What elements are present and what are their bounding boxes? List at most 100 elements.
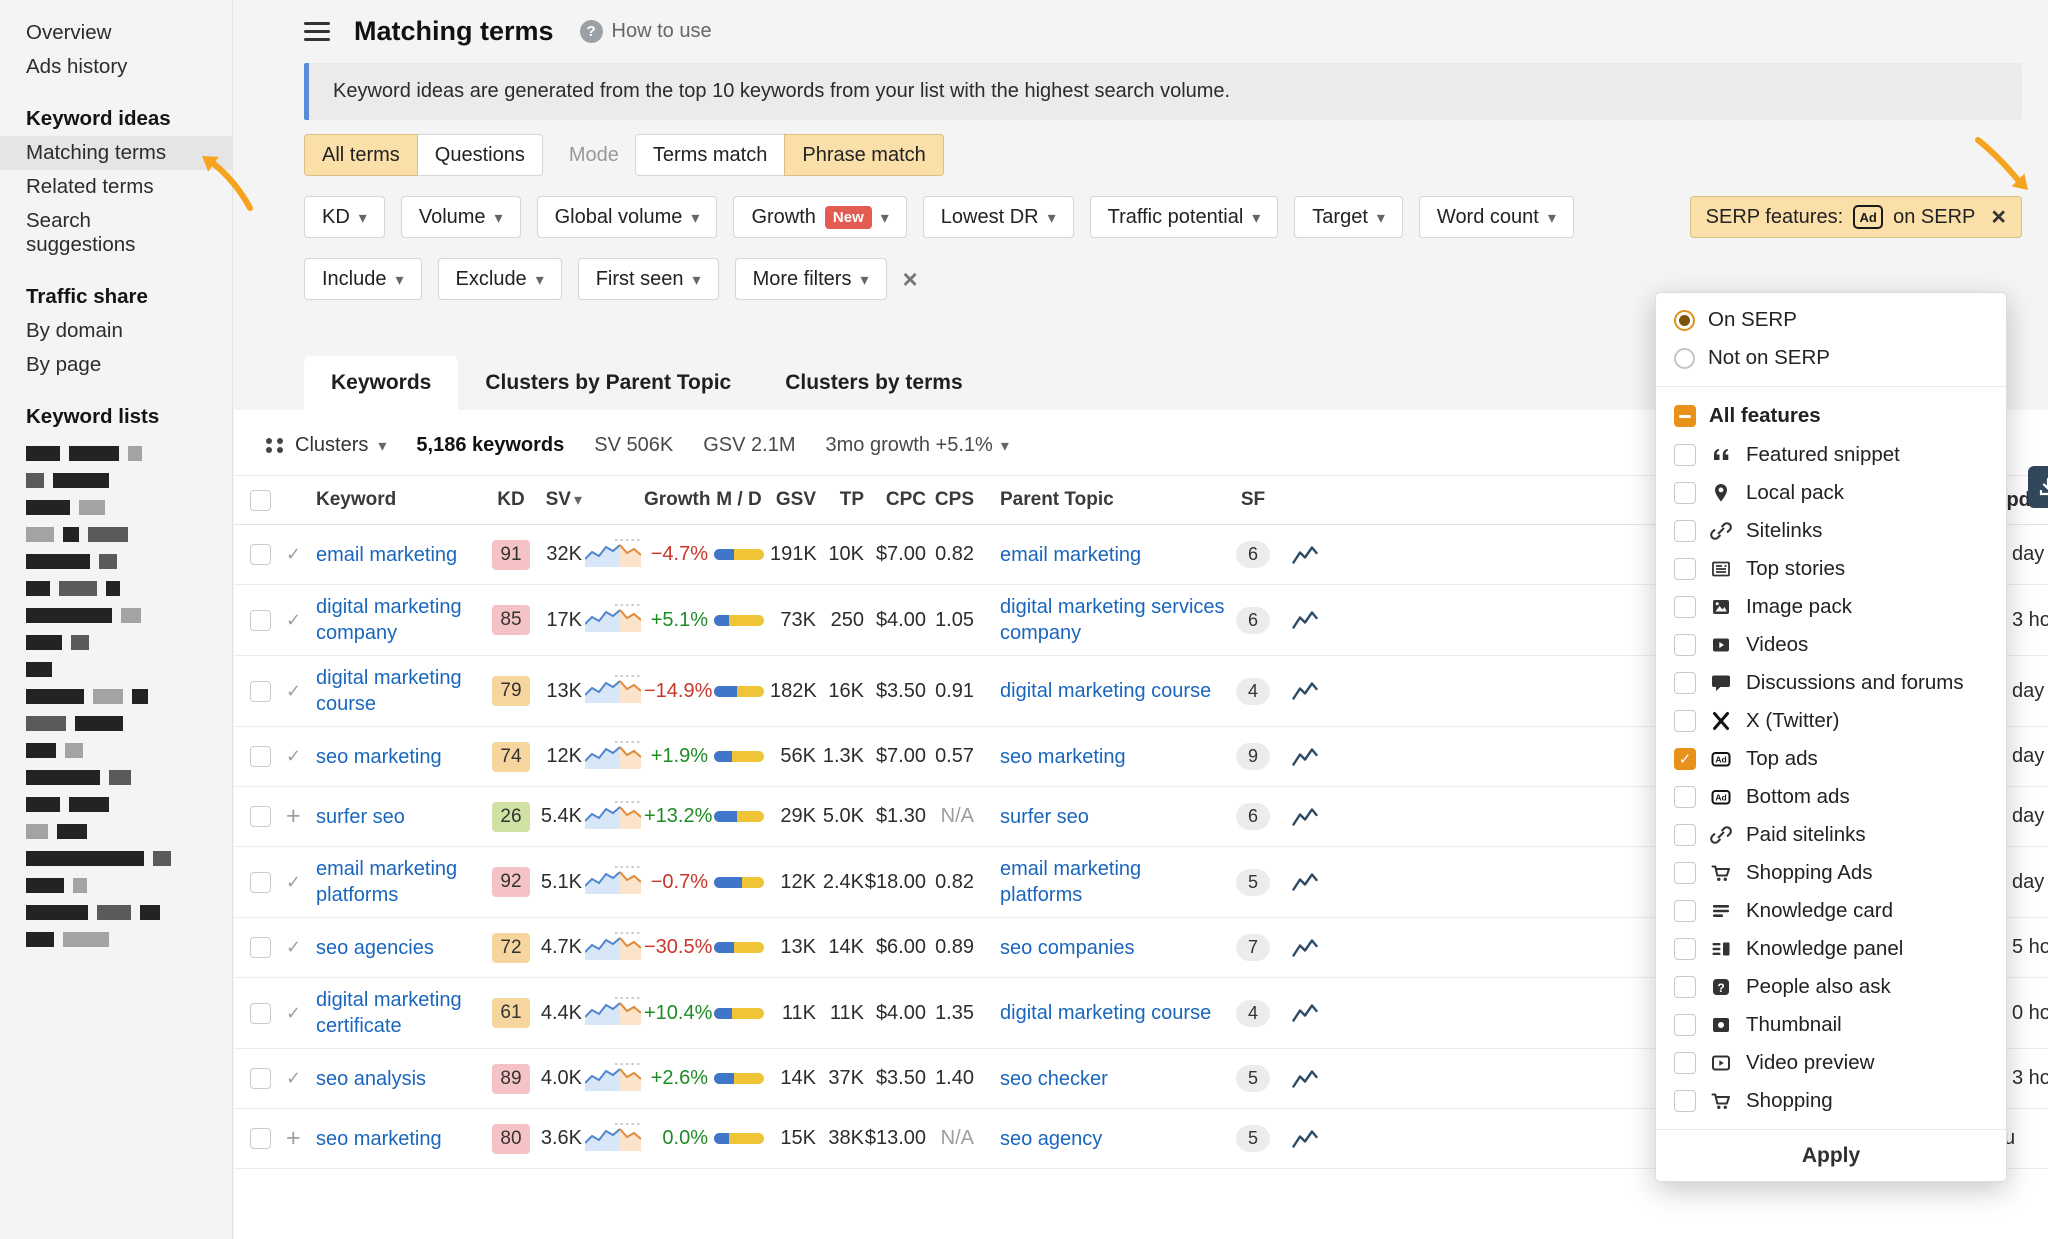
parent-topic-link[interactable]: digital marketing services company: [1000, 594, 1226, 646]
row-checkbox[interactable]: [250, 610, 271, 631]
chart-icon[interactable]: [1292, 806, 1318, 828]
how-to-use-link[interactable]: How to use: [580, 20, 712, 43]
filter-word-count[interactable]: Word count: [1419, 196, 1574, 238]
chart-icon[interactable]: [1292, 937, 1318, 959]
checkbox[interactable]: [1674, 1090, 1696, 1112]
add-icon[interactable]: [286, 807, 301, 829]
sidebar-item-overview[interactable]: Overview: [0, 16, 232, 50]
chart-icon[interactable]: [1292, 609, 1318, 631]
sidebar-item-matching-terms[interactable]: Matching terms: [0, 136, 232, 170]
serp-feature-bottom-ads[interactable]: AdBottom ads: [1656, 778, 2006, 816]
chart-icon[interactable]: [1292, 1128, 1318, 1150]
serp-feature-x-twitter[interactable]: X (Twitter): [1656, 702, 2006, 740]
keyword-link[interactable]: digital marketing certificate: [316, 987, 476, 1039]
keyword-link[interactable]: seo marketing: [316, 744, 442, 770]
row-checkbox[interactable]: [250, 1003, 271, 1024]
sidebar-item-search-suggestions[interactable]: Search suggestions: [0, 204, 232, 262]
row-checkbox[interactable]: [250, 681, 271, 702]
serp-feature-featured-snippet[interactable]: Featured snippet: [1656, 436, 2006, 474]
parent-topic-link[interactable]: digital marketing course: [1000, 1000, 1211, 1026]
parent-topic-link[interactable]: seo marketing: [1000, 744, 1126, 770]
row-checkbox[interactable]: [250, 746, 271, 767]
chart-icon[interactable]: [1292, 746, 1318, 768]
filter-target[interactable]: Target: [1294, 196, 1403, 238]
keyword-link[interactable]: seo marketing: [316, 1126, 442, 1152]
tab-all-terms[interactable]: All terms: [304, 134, 418, 176]
radio-on-serp[interactable]: On SERP: [1656, 301, 2006, 339]
col-keyword[interactable]: Keyword: [316, 489, 486, 511]
serp-feature-people-also-ask[interactable]: ?People also ask: [1656, 968, 2006, 1006]
filter-global-volume[interactable]: Global volume: [537, 196, 718, 238]
checkbox[interactable]: [1674, 558, 1696, 580]
keyword-link[interactable]: email marketing: [316, 542, 457, 568]
row-checkbox[interactable]: [250, 1068, 271, 1089]
serp-feature-sitelinks[interactable]: Sitelinks: [1656, 512, 2006, 550]
col-gsv[interactable]: GSV: [770, 489, 816, 511]
chart-icon[interactable]: [1292, 680, 1318, 702]
chart-icon[interactable]: [1292, 1002, 1318, 1024]
sidebar-item-by-domain[interactable]: By domain: [0, 314, 232, 348]
sidebar-item-by-page[interactable]: By page: [0, 348, 232, 382]
filter-kd[interactable]: KD: [304, 196, 385, 238]
checkbox[interactable]: [1674, 482, 1696, 504]
checkbox[interactable]: [1674, 976, 1696, 998]
parent-topic-link[interactable]: seo companies: [1000, 935, 1135, 961]
checkbox[interactable]: [1674, 786, 1696, 808]
row-checkbox[interactable]: [250, 544, 271, 565]
serp-feature-shopping-ads[interactable]: Shopping Ads: [1656, 854, 2006, 892]
parent-topic-link[interactable]: email marketing: [1000, 542, 1141, 568]
serp-feature-shopping[interactable]: Shopping: [1656, 1082, 2006, 1120]
checkbox[interactable]: [1674, 634, 1696, 656]
all-features-toggle[interactable]: All features: [1656, 396, 2006, 436]
checkbox[interactable]: [1674, 748, 1696, 770]
row-checkbox[interactable]: [250, 1128, 271, 1149]
tab-terms-match[interactable]: Terms match: [635, 134, 785, 176]
serp-feature-paid-sitelinks[interactable]: Paid sitelinks: [1656, 816, 2006, 854]
serp-feature-discussions-and-forums[interactable]: Discussions and forums: [1656, 664, 2006, 702]
serp-features-filter-chip[interactable]: SERP features: Ad on SERP: [1690, 196, 2022, 238]
filter-volume[interactable]: Volume: [401, 196, 521, 238]
radio-icon[interactable]: [1674, 348, 1695, 369]
col-sv[interactable]: SV: [536, 489, 582, 511]
filter-growth[interactable]: GrowthNew: [733, 196, 906, 238]
tab-phrase-match[interactable]: Phrase match: [784, 134, 943, 176]
checkbox[interactable]: [1674, 862, 1696, 884]
tab-clusters-by-terms[interactable]: Clusters by terms: [758, 356, 989, 410]
checkbox[interactable]: [1674, 900, 1696, 922]
add-icon[interactable]: [286, 1129, 301, 1151]
col-cpc[interactable]: CPC: [864, 489, 926, 511]
apply-button[interactable]: Apply: [1656, 1129, 2006, 1181]
filter-first-seen[interactable]: First seen: [578, 258, 719, 300]
col-cps[interactable]: CPS: [926, 489, 974, 511]
checkbox[interactable]: [1674, 824, 1696, 846]
tab-questions[interactable]: Questions: [417, 134, 543, 176]
serp-feature-top-ads[interactable]: AdTop ads: [1656, 740, 2006, 778]
col-tp[interactable]: TP: [816, 489, 864, 511]
serp-feature-top-stories[interactable]: Top stories: [1656, 550, 2006, 588]
sidebar-item-ads-history[interactable]: Ads history: [0, 50, 232, 84]
keyword-link[interactable]: email marketing platforms: [316, 856, 476, 908]
parent-topic-link[interactable]: digital marketing course: [1000, 678, 1211, 704]
select-all-checkbox[interactable]: [250, 490, 271, 511]
checkbox[interactable]: [1674, 672, 1696, 694]
col-kd[interactable]: KD: [486, 489, 536, 511]
row-checkbox[interactable]: [250, 806, 271, 827]
parent-topic-link[interactable]: surfer seo: [1000, 804, 1089, 830]
export-button[interactable]: [2028, 466, 2048, 508]
radio-icon[interactable]: [1674, 310, 1695, 331]
checkbox[interactable]: [1674, 1052, 1696, 1074]
serp-feature-thumbnail[interactable]: Thumbnail: [1656, 1006, 2006, 1044]
close-icon[interactable]: [1991, 205, 2006, 230]
chart-icon[interactable]: [1292, 544, 1318, 566]
radio-not-on-serp[interactable]: Not on SERP: [1656, 339, 2006, 377]
serp-feature-image-pack[interactable]: Image pack: [1656, 588, 2006, 626]
serp-feature-videos[interactable]: Videos: [1656, 626, 2006, 664]
filter-lowest-dr[interactable]: Lowest DR: [923, 196, 1074, 238]
parent-topic-link[interactable]: seo agency: [1000, 1126, 1102, 1152]
keyword-link[interactable]: seo agencies: [316, 935, 434, 961]
parent-topic-link[interactable]: seo checker: [1000, 1066, 1108, 1092]
row-checkbox[interactable]: [250, 872, 271, 893]
col-sf[interactable]: SF: [1226, 489, 1280, 511]
clear-filters-icon[interactable]: [903, 266, 918, 292]
keyword-link[interactable]: digital marketing course: [316, 665, 476, 717]
